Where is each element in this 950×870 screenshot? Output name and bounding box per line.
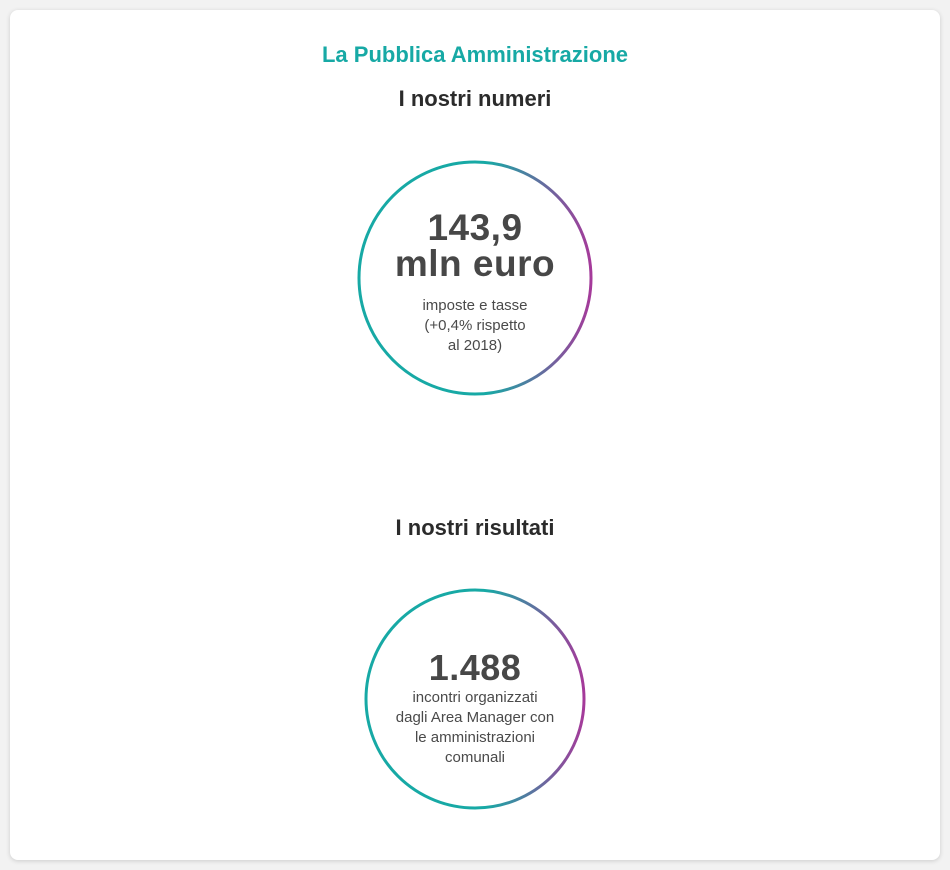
taxes-stat-circle: 143,9 mln euro imposte e tasse (+0,4% ri… [357, 160, 593, 396]
meetings-description: incontri organizzati dagli Area Manager … [395, 689, 555, 766]
numbers-title: I nostri numeri [398, 86, 552, 111]
meetings-value: 1.488 [428, 647, 522, 688]
taxes-description: imposte e tasse (+0,4% rispetto al 2018) [422, 297, 528, 354]
taxes-value: 143,9 mln euro [394, 207, 556, 284]
section-kicker: La Pubblica Amministrazione [321, 42, 629, 67]
results-title: I nostri risultati [395, 515, 555, 540]
meetings-stat-circle: 1.488 incontri organizzati dagli Area Ma… [364, 588, 586, 810]
content-card: La Pubblica Amministrazione I nostri num… [10, 10, 940, 860]
